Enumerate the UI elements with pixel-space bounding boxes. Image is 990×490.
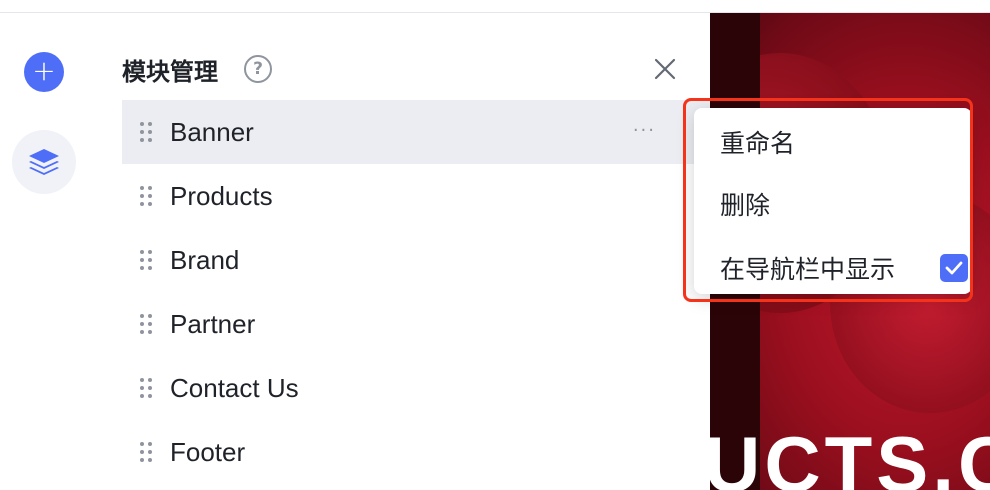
module-item-contact-us[interactable]: Contact Us [122,356,710,420]
module-item-footer[interactable]: Footer [122,420,710,484]
help-icon[interactable]: ? [244,55,272,83]
module-list: Banner ··· Products Brand Partner Contac… [122,100,710,484]
module-label: Products [170,180,273,211]
module-label: Brand [170,244,240,275]
more-icon[interactable]: ··· [633,120,656,141]
preview-heading-text: UCTS.C [710,420,990,490]
drag-handle-icon[interactable] [122,164,170,228]
delete-label: 删除 [720,191,771,220]
rename-label: 重命名 [720,129,796,158]
layers-icon [29,149,59,175]
close-icon[interactable] [652,56,678,82]
checkmark-icon [945,261,963,275]
module-context-menu: 重命名 删除 在导航栏中显示 [694,108,972,294]
module-item-partner[interactable]: Partner [122,292,710,356]
module-label: Footer [170,436,246,467]
show-in-nav-checkbox[interactable] [940,254,968,282]
drag-handle-icon[interactable] [122,100,170,164]
add-module-button[interactable]: + [24,52,64,92]
show-in-nav-label: 在导航栏中显示 [720,255,896,284]
module-item-brand[interactable]: Brand [122,228,710,292]
layers-button[interactable] [12,130,76,194]
module-label: Banner [170,116,254,147]
drag-handle-icon[interactable] [122,292,170,356]
panel-title: 模块管理 [122,58,218,86]
rename-menu-item[interactable]: 重命名 [694,112,972,172]
plus-icon: + [32,54,56,87]
drag-handle-icon[interactable] [122,356,170,420]
module-label: Partner [170,308,256,339]
drag-handle-icon[interactable] [122,420,170,484]
module-label: Contact Us [170,372,299,403]
drag-handle-icon[interactable] [122,228,170,292]
show-in-nav-menu-item[interactable]: 在导航栏中显示 [694,238,972,298]
delete-menu-item[interactable]: 删除 [694,174,972,234]
module-item-banner[interactable]: Banner ··· [122,100,710,164]
module-item-products[interactable]: Products [122,164,710,228]
